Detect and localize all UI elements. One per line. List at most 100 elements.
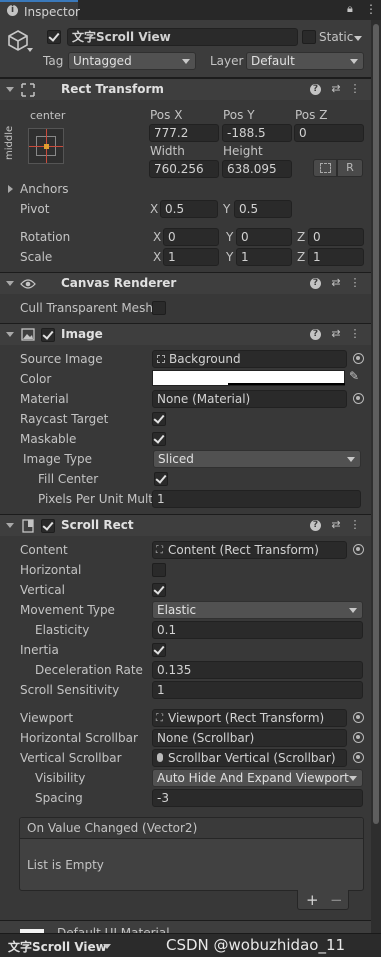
eyedropper-icon[interactable]: ✎	[349, 369, 359, 383]
vertical-checkbox[interactable]	[152, 583, 166, 597]
fold-arrow-icon[interactable]	[6, 332, 14, 337]
image-enabled-toggle[interactable]	[41, 328, 55, 342]
preview-dropdown-icon[interactable]	[103, 944, 111, 949]
preset-icon[interactable]: ⇄	[330, 82, 342, 96]
preset-icon[interactable]: ⇄	[330, 327, 342, 341]
deceleration-field[interactable]: 0.135	[152, 661, 363, 679]
fold-arrow-icon[interactable]	[6, 281, 14, 286]
anchors-fold-icon[interactable]	[8, 185, 13, 193]
height-field[interactable]: 638.095	[222, 160, 292, 178]
rot-y-field[interactable]: 0	[236, 228, 292, 246]
image-type-value: Sliced	[158, 452, 194, 466]
scroll-rect-header[interactable]: Scroll Rect ? ⇄ ⋮	[0, 514, 371, 536]
remove-listener-button[interactable]: −	[330, 891, 343, 909]
cull-mesh-checkbox[interactable]	[152, 301, 166, 315]
dotted-rect-icon	[320, 163, 331, 173]
fold-arrow-icon[interactable]	[6, 523, 14, 528]
static-dropdown-icon[interactable]	[354, 36, 362, 41]
object-picker-icon[interactable]	[353, 712, 364, 723]
gameobject-name-field[interactable]: 文字Scroll View	[67, 28, 298, 46]
content-field[interactable]: ⛶ Content (Rect Transform)	[152, 541, 347, 559]
raw-edit-button[interactable]: R	[337, 159, 363, 177]
eye-icon	[20, 279, 36, 289]
help-icon[interactable]: ?	[310, 520, 321, 531]
scale-y-field[interactable]: 1	[236, 248, 292, 266]
image-header[interactable]: Image ? ⇄ ⋮	[0, 323, 371, 345]
event-empty-text: List is Empty	[27, 858, 104, 872]
layer-dropdown[interactable]: Default	[246, 52, 364, 70]
icon-dropdown-icon[interactable]	[27, 48, 33, 52]
image-type-dropdown[interactable]: Sliced	[153, 450, 361, 468]
scale-x-field[interactable]: 1	[163, 248, 219, 266]
sensitivity-field[interactable]: 1	[152, 681, 363, 699]
object-picker-icon[interactable]	[353, 732, 364, 743]
scale-label: Scale	[20, 250, 53, 264]
add-listener-button[interactable]: +	[306, 891, 319, 909]
pos-y-field[interactable]: -188.5	[222, 124, 292, 142]
object-picker-icon[interactable]	[353, 393, 364, 404]
deceleration-label: Deceleration Rate	[35, 663, 143, 677]
inertia-checkbox[interactable]	[152, 643, 166, 657]
pivot-y-field[interactable]: 0.5	[234, 200, 292, 218]
component-menu-icon[interactable]: ⋮	[349, 518, 361, 532]
width-field[interactable]: 760.256	[149, 160, 219, 178]
visibility-dropdown[interactable]: Auto Hide And Expand Viewport	[152, 769, 363, 787]
component-menu-icon[interactable]: ⋮	[349, 82, 361, 96]
inspector-tab[interactable]: i Inspector	[0, 0, 80, 20]
color-swatch[interactable]	[152, 370, 345, 386]
help-icon[interactable]: ?	[310, 329, 321, 340]
scroll-rect-enabled-toggle[interactable]	[41, 519, 55, 533]
layer-value: Default	[251, 54, 295, 68]
help-icon[interactable]: ?	[310, 278, 321, 289]
canvas-renderer-header[interactable]: Canvas Renderer ? ⇄ ⋮	[0, 272, 371, 294]
hscrollbar-field[interactable]: None (Scrollbar)	[152, 729, 347, 747]
vscrollbar-field[interactable]: Scrollbar Vertical (Scrollbar)	[152, 749, 347, 767]
fold-arrow-icon[interactable]	[6, 87, 14, 92]
movement-type-dropdown[interactable]: Elastic	[152, 601, 363, 619]
pos-x-field[interactable]: 777.2	[149, 124, 219, 142]
object-picker-icon[interactable]	[353, 353, 364, 364]
maskable-checkbox[interactable]	[152, 432, 166, 446]
scrollbar-thumb[interactable]	[373, 24, 379, 824]
static-toggle[interactable]	[302, 30, 316, 44]
component-menu-icon[interactable]: ⋮	[349, 327, 361, 341]
spacing-field[interactable]: -3	[152, 789, 363, 807]
rect-transform-header[interactable]: Rect Transform ? ⇄ ⋮	[0, 78, 371, 100]
ppu-field[interactable]: 1	[152, 490, 361, 508]
help-icon[interactable]: ?	[310, 84, 321, 95]
anchors-label[interactable]: Anchors	[20, 182, 69, 196]
image-type-label: Image Type	[23, 452, 92, 466]
tag-dropdown[interactable]: Untagged	[68, 52, 196, 70]
source-image-field[interactable]: Background	[152, 350, 347, 368]
preview-object-name[interactable]: 文字Scroll View	[8, 938, 107, 955]
horizontal-checkbox[interactable]	[152, 563, 166, 577]
default-ui-material-header[interactable]: Default UI Material	[0, 920, 371, 934]
rot-z-field[interactable]: 0	[308, 228, 364, 246]
inertia-label: Inertia	[20, 643, 59, 657]
pos-z-field[interactable]: 0	[294, 124, 364, 142]
on-value-changed-event: On Value Changed (Vector2) List is Empty	[19, 817, 364, 891]
material-field[interactable]: None (Material)	[152, 390, 347, 408]
blueprint-mode-button[interactable]	[313, 159, 337, 177]
rot-x-field[interactable]: 0	[163, 228, 219, 246]
gameobject-active-toggle[interactable]	[47, 30, 61, 44]
fill-center-label: Fill Center	[38, 472, 99, 486]
object-picker-icon[interactable]	[353, 544, 364, 555]
fill-center-checkbox[interactable]	[154, 472, 168, 486]
preset-icon[interactable]: ⇄	[330, 276, 342, 290]
sensitivity-label: Scroll Sensitivity	[20, 683, 120, 697]
scale-z-field[interactable]: 1	[308, 248, 364, 266]
preset-icon[interactable]: ⇄	[330, 518, 342, 532]
viewport-field[interactable]: ⛶ Viewport (Rect Transform)	[152, 709, 347, 727]
component-menu-icon[interactable]: ⋮	[349, 276, 361, 290]
object-picker-icon[interactable]	[353, 752, 364, 763]
anchor-preset-button[interactable]	[28, 128, 64, 164]
pivot-x-field[interactable]: 0.5	[160, 200, 218, 218]
chevron-down-icon	[349, 776, 357, 781]
tab-menu-icon[interactable]: ⋮	[365, 2, 377, 16]
lock-icon[interactable]: 🔒︎	[347, 2, 353, 16]
maskable-label: Maskable	[20, 432, 77, 446]
elasticity-field[interactable]: 0.1	[152, 621, 363, 639]
static-label: Static	[319, 30, 354, 44]
raycast-checkbox[interactable]	[152, 412, 166, 426]
